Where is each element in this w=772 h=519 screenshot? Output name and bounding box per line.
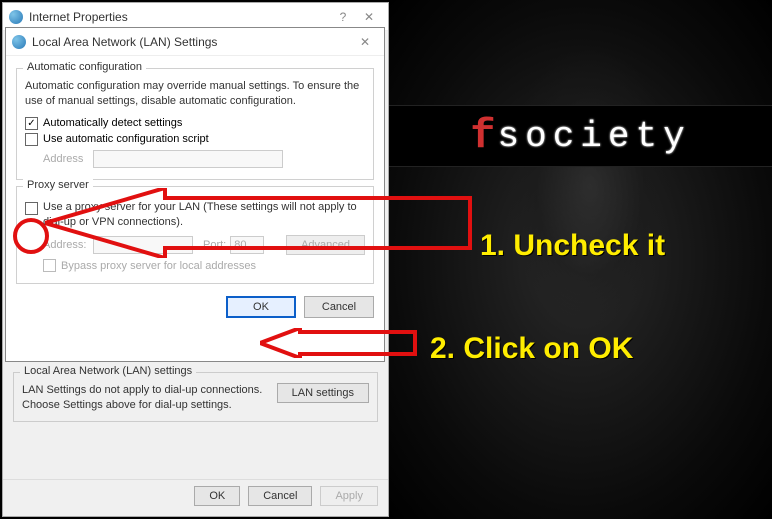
- auto-info-text: Automatic configuration may override man…: [25, 79, 365, 109]
- auto-detect-checkbox[interactable]: ✓: [25, 117, 38, 130]
- proxy-address-label: Address:: [43, 239, 93, 251]
- annotation-circle-checkbox: [13, 218, 49, 254]
- auto-detect-label: Automatically detect settings: [43, 117, 182, 129]
- apply-button[interactable]: Apply: [320, 486, 378, 506]
- use-proxy-label: Use a proxy server for your LAN (These s…: [43, 200, 365, 230]
- cancel-button[interactable]: Cancel: [304, 296, 374, 318]
- dialog-title: Local Area Network (LAN) Settings: [32, 35, 217, 49]
- globe-icon: [9, 10, 23, 24]
- lan-group-title: Local Area Network (LAN) settings: [20, 365, 196, 377]
- titlebar-lan: Local Area Network (LAN) Settings ✕: [6, 28, 384, 56]
- instruction-step-2: 2. Click on OK: [430, 332, 633, 366]
- close-button[interactable]: ✕: [352, 32, 378, 52]
- ok-button[interactable]: OK: [226, 296, 296, 318]
- help-button[interactable]: ?: [330, 7, 356, 27]
- bypass-checkbox[interactable]: [43, 259, 56, 272]
- address-label: Address: [43, 153, 93, 165]
- script-address-input[interactable]: [93, 150, 283, 168]
- instruction-step-1: 1. Uncheck it: [480, 229, 665, 263]
- bypass-label: Bypass proxy server for local addresses: [61, 260, 256, 272]
- auto-script-checkbox[interactable]: [25, 133, 38, 146]
- ok-button[interactable]: OK: [194, 486, 240, 506]
- lan-settings-group: Local Area Network (LAN) settings LAN Se…: [13, 372, 378, 422]
- logo-text: society: [497, 116, 690, 157]
- auto-script-label: Use automatic configuration script: [43, 133, 209, 145]
- proxy-port-label: Port:: [203, 239, 226, 251]
- logo-f: f: [470, 112, 495, 160]
- window-title: Internet Properties: [29, 10, 128, 24]
- advanced-button[interactable]: Advanced: [286, 235, 365, 255]
- globe-icon: [12, 35, 26, 49]
- use-proxy-checkbox[interactable]: [25, 202, 38, 215]
- close-button[interactable]: ✕: [356, 7, 382, 27]
- auto-group-title: Automatic configuration: [23, 61, 146, 73]
- lan-settings-dialog: Local Area Network (LAN) Settings ✕ Auto…: [5, 27, 385, 362]
- lan-settings-button[interactable]: LAN settings: [277, 383, 369, 403]
- proxy-address-input[interactable]: [93, 236, 193, 254]
- lan-info-text: LAN Settings do not apply to dial-up con…: [22, 383, 269, 413]
- automatic-configuration-group: Automatic configuration Automatic config…: [16, 68, 374, 180]
- fsociety-logo: f society: [389, 105, 772, 167]
- proxy-server-group: Proxy server Use a proxy server for your…: [16, 186, 374, 285]
- proxy-group-title: Proxy server: [23, 179, 93, 191]
- cancel-button[interactable]: Cancel: [248, 486, 312, 506]
- proxy-port-input[interactable]: 80: [230, 236, 264, 254]
